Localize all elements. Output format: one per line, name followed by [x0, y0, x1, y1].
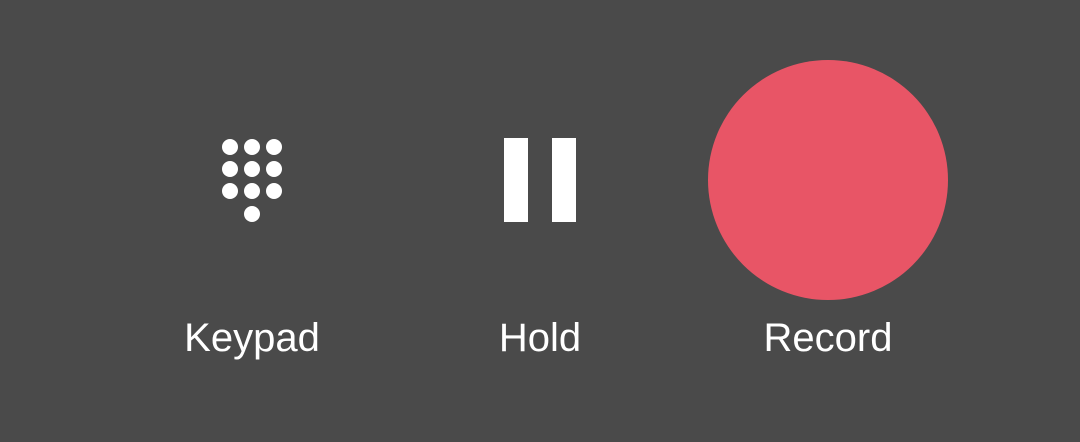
- dialpad-icon: [222, 139, 282, 222]
- hold-icon-area: [410, 60, 670, 300]
- keypad-button[interactable]: Keypad: [122, 60, 382, 380]
- record-button[interactable]: Record: [698, 60, 958, 380]
- record-icon-area: [698, 60, 958, 300]
- record-circle-icon: [708, 60, 948, 300]
- hold-button[interactable]: Hold: [410, 60, 670, 380]
- keypad-icon-area: [122, 60, 382, 300]
- keypad-label: Keypad: [184, 316, 320, 360]
- pause-icon: [504, 138, 576, 222]
- hold-label: Hold: [498, 316, 582, 360]
- in-call-controls-panel: Keypad Hold Record: [0, 0, 1080, 442]
- record-label: Record: [763, 316, 893, 360]
